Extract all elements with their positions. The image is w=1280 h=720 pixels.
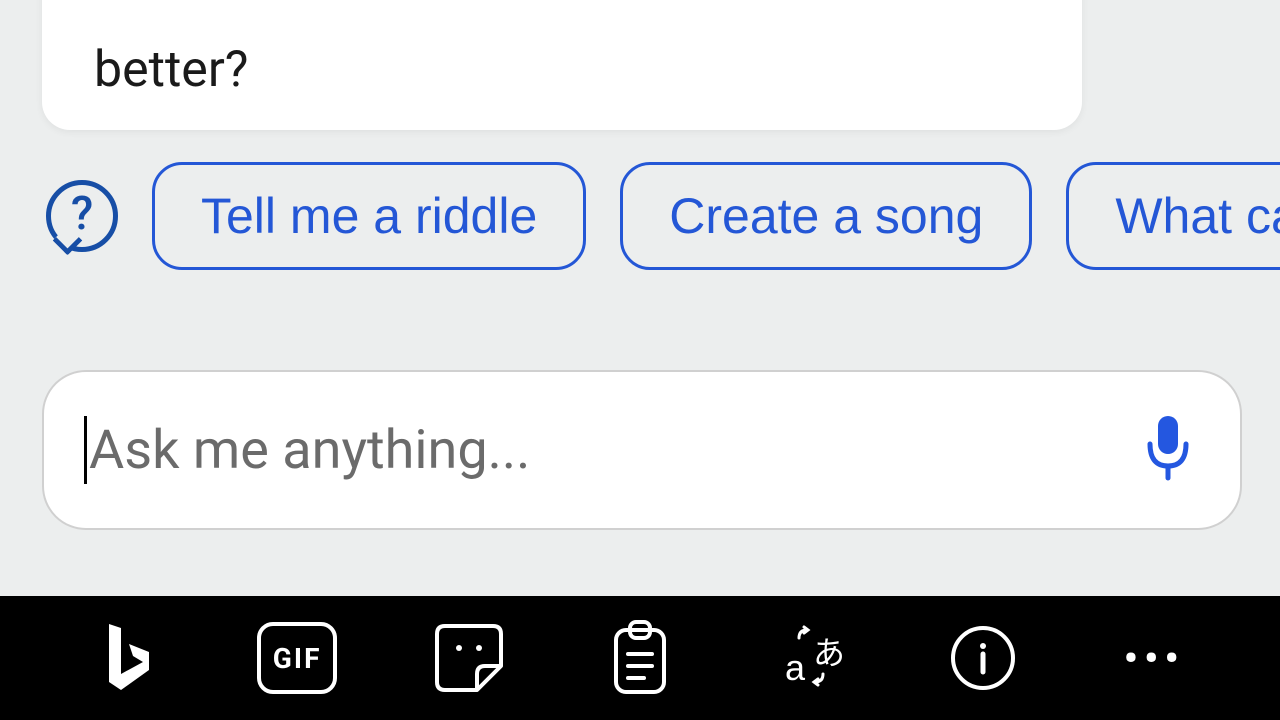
bing-button[interactable] [86, 618, 166, 698]
info-button[interactable] [943, 618, 1023, 698]
svg-text:あ: あ [813, 635, 845, 671]
text-cursor [84, 416, 87, 484]
gif-button[interactable]: GIF [257, 618, 337, 698]
suggestion-label: What can yo [1115, 188, 1280, 244]
clipboard-button[interactable] [600, 618, 680, 698]
translate-icon: a あ [771, 620, 851, 696]
assistant-message: better? [42, 0, 1082, 130]
message-text: better? [94, 41, 248, 99]
bing-icon [99, 620, 153, 696]
help-question-mark: ? [71, 187, 93, 241]
info-icon [949, 624, 1017, 692]
svg-text:a: a [785, 647, 806, 688]
suggestion-label: Tell me a riddle [201, 188, 537, 244]
suggestion-row: ? Tell me a riddle Create a song What ca… [0, 162, 1280, 270]
suggestion-label: Create a song [669, 188, 983, 244]
keyboard-toolbar: GIF a あ [0, 596, 1280, 720]
chat-input-container[interactable]: Ask me anything... [42, 370, 1242, 530]
more-icon: ••• [1124, 635, 1185, 682]
microphone-button[interactable] [1136, 418, 1200, 482]
help-icon[interactable]: ? [46, 180, 118, 252]
suggestion-chip-riddle[interactable]: Tell me a riddle [152, 162, 586, 270]
microphone-icon [1142, 416, 1194, 484]
clipboard-icon [610, 620, 670, 696]
suggestion-chip-capabilities[interactable]: What can yo [1066, 162, 1280, 270]
suggestion-chip-song[interactable]: Create a song [620, 162, 1032, 270]
chat-input-placeholder: Ask me anything... [89, 419, 1136, 482]
gif-icon: GIF [257, 622, 337, 694]
more-button[interactable]: ••• [1114, 618, 1194, 698]
sticker-button[interactable] [429, 618, 509, 698]
sticker-icon [433, 622, 505, 694]
translate-button[interactable]: a あ [771, 618, 851, 698]
